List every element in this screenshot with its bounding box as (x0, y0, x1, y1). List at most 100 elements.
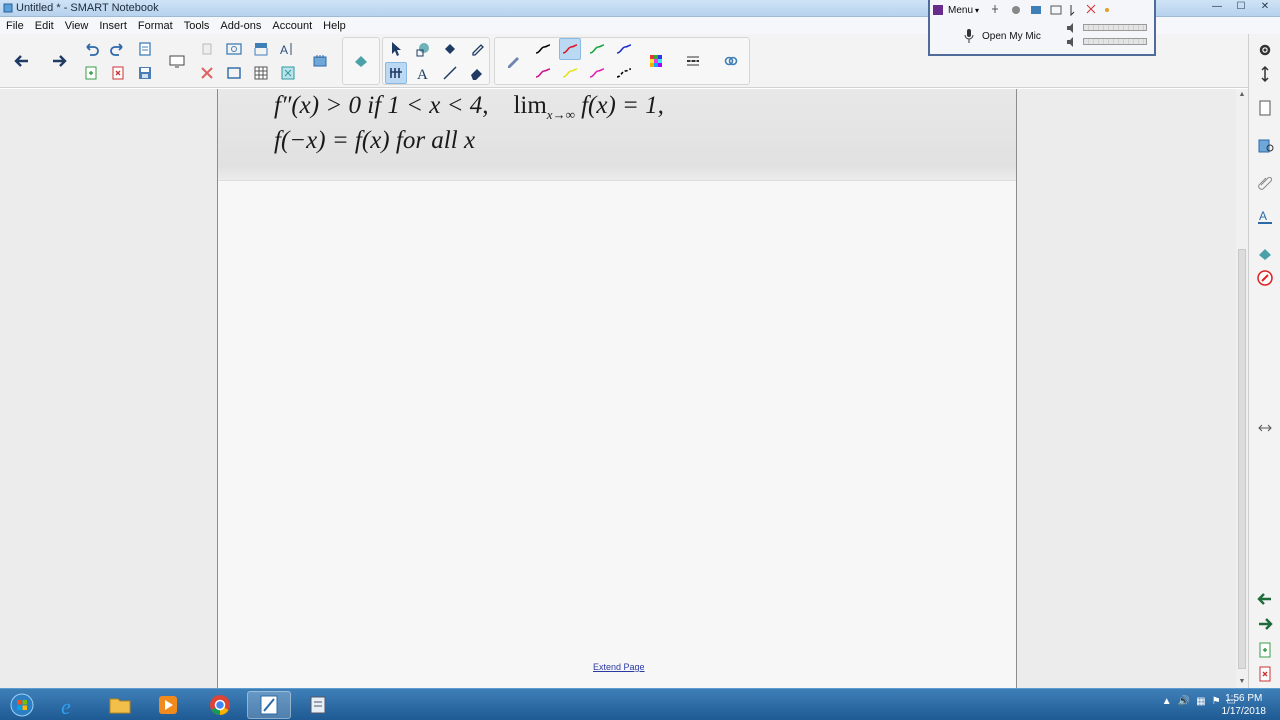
menu-view[interactable]: View (59, 17, 94, 34)
delete-page-icon[interactable] (107, 62, 129, 84)
move-sidebar-icon[interactable] (1253, 416, 1277, 440)
display-screen-icon[interactable] (166, 50, 188, 72)
clock-time: 1:56 PM (1225, 693, 1263, 704)
pen-icon[interactable] (502, 50, 524, 72)
notebook-page[interactable]: f″(x) > 0 if 1 < x < 4, limx→∞ f(x) = 1,… (217, 89, 1017, 688)
scroll-thumb[interactable] (1238, 249, 1246, 669)
pen-magenta-icon[interactable] (532, 62, 554, 84)
line-icon[interactable] (439, 62, 461, 84)
undo-icon[interactable] (80, 38, 102, 60)
record-icon[interactable] (350, 50, 372, 72)
next-page-icon[interactable] (1253, 612, 1277, 636)
pen-blue-icon[interactable] (613, 38, 635, 60)
minimize-button[interactable]: — (1206, 0, 1228, 14)
color-palette-icon[interactable] (645, 50, 667, 72)
menu-file[interactable]: File (0, 17, 29, 34)
redo-icon[interactable] (107, 38, 129, 60)
pen-black-dashed-icon[interactable] (613, 62, 635, 84)
table-tool-icon[interactable] (385, 62, 407, 84)
media-player-icon[interactable] (146, 691, 190, 719)
math-image[interactable]: f″(x) > 0 if 1 < x < 4, limx→∞ f(x) = 1,… (218, 89, 1016, 181)
menu-format[interactable]: Format (132, 17, 178, 34)
math-line-2: f(−x) = f(x) for all x (274, 127, 475, 155)
microphone-icon[interactable] (964, 28, 974, 44)
clock-date: 1/17/2018 (1221, 706, 1267, 717)
audio-menu-button[interactable]: Menu (948, 5, 973, 16)
pen-pink-icon[interactable] (586, 62, 608, 84)
open-mic-label[interactable]: Open My Mic (982, 31, 1041, 42)
back-arrow-icon[interactable] (11, 50, 33, 72)
page-sorter-icon[interactable] (1253, 96, 1277, 120)
pen-yellow-icon[interactable] (559, 62, 581, 84)
chrome-icon[interactable] (198, 691, 242, 719)
text-recognition-icon[interactable]: A (277, 38, 299, 60)
menu-account[interactable]: Account (266, 17, 317, 34)
network-icon[interactable]: ▦ (1196, 696, 1205, 707)
presentation-tool-icon[interactable] (296, 691, 340, 719)
line-style-icon[interactable] (682, 50, 704, 72)
internet-explorer-icon[interactable]: e (48, 691, 92, 719)
pen-red-icon[interactable] (559, 38, 581, 60)
shapes-icon[interactable] (412, 38, 434, 60)
volume-icon[interactable] (1064, 22, 1076, 50)
vertical-scrollbar[interactable]: ▲ ▼ (1236, 89, 1248, 688)
save-icon[interactable] (134, 62, 156, 84)
forward-arrow-icon[interactable] (48, 50, 70, 72)
start-orb-icon[interactable] (0, 691, 44, 719)
paste-icon[interactable] (134, 38, 156, 60)
taskbar: e ▲ 🔊 ▦ ⚑ ▭ 1:56 PM 1/17/2018 (0, 688, 1280, 720)
gallery-icon[interactable] (1253, 134, 1277, 158)
delete-icon[interactable] (196, 62, 218, 84)
extend-page-link[interactable]: Extend Page (593, 662, 645, 672)
maximize-button[interactable]: ☐ (1230, 0, 1252, 14)
audio-toolbar-icons[interactable] (989, 3, 1110, 17)
window-title: Untitled * - SMART Notebook (16, 2, 159, 14)
smart-ink-icon[interactable] (1253, 266, 1277, 290)
delete-page-icon[interactable] (1253, 662, 1277, 686)
volume-tray-icon[interactable]: 🔊 (1178, 696, 1190, 707)
addons-icon[interactable] (1253, 242, 1277, 266)
audio-panel: Menu ▾ Open My Mic (928, 0, 1156, 56)
screen-shade-icon[interactable] (250, 38, 272, 60)
menu-help[interactable]: Help (317, 17, 351, 34)
toolbar-position-icon[interactable] (1253, 62, 1277, 86)
scroll-down-icon[interactable]: ▼ (1236, 676, 1248, 688)
link-icon[interactable] (720, 50, 742, 72)
chevron-down-icon: ▾ (975, 5, 980, 15)
copy-icon[interactable] (196, 38, 218, 60)
flag-icon[interactable]: ⚑ (1212, 696, 1221, 707)
close-button[interactable]: ✕ (1254, 0, 1276, 14)
svg-text:A: A (417, 67, 428, 82)
tray-expand-icon[interactable]: ▲ (1162, 696, 1172, 707)
workspace: f″(x) > 0 if 1 < x < 4, limx→∞ f(x) = 1,… (0, 89, 1248, 688)
eraser-icon[interactable] (466, 62, 488, 84)
file-explorer-icon[interactable] (98, 691, 142, 719)
menu-edit[interactable]: Edit (29, 17, 59, 34)
prev-page-icon[interactable] (1253, 587, 1277, 611)
menu-insert[interactable]: Insert (93, 17, 132, 34)
clock[interactable]: 1:56 PM 1/17/2018 (1222, 692, 1267, 718)
settings-gear-icon[interactable] (1253, 38, 1277, 62)
properties-icon[interactable]: A (1253, 204, 1277, 228)
attachments-icon[interactable] (1253, 170, 1277, 194)
table-icon[interactable] (250, 62, 272, 84)
pen-green-icon[interactable] (586, 38, 608, 60)
add-page-icon[interactable] (1253, 638, 1277, 662)
clear-icon[interactable] (277, 62, 299, 84)
fill-icon[interactable] (439, 38, 461, 60)
smart-notebook-icon[interactable] (247, 691, 291, 719)
menu-tools[interactable]: Tools (178, 17, 215, 34)
scroll-up-icon[interactable]: ▲ (1236, 89, 1248, 101)
fullscreen-icon[interactable] (223, 62, 245, 84)
text-icon[interactable]: A (412, 62, 434, 84)
pen-black-icon[interactable] (532, 38, 554, 60)
math-limit-value: f(x) = 1, (581, 92, 664, 119)
math-symmetry: f(−x) = f(x) for all x (274, 127, 476, 154)
screen-capture-icon[interactable] (223, 38, 245, 60)
document-camera-icon[interactable] (309, 50, 331, 72)
select-icon[interactable] (385, 38, 407, 60)
magic-pen-icon[interactable] (466, 38, 488, 60)
menu-addons[interactable]: Add-ons (214, 17, 266, 34)
add-page-icon[interactable] (80, 62, 102, 84)
app-icon (3, 3, 13, 13)
